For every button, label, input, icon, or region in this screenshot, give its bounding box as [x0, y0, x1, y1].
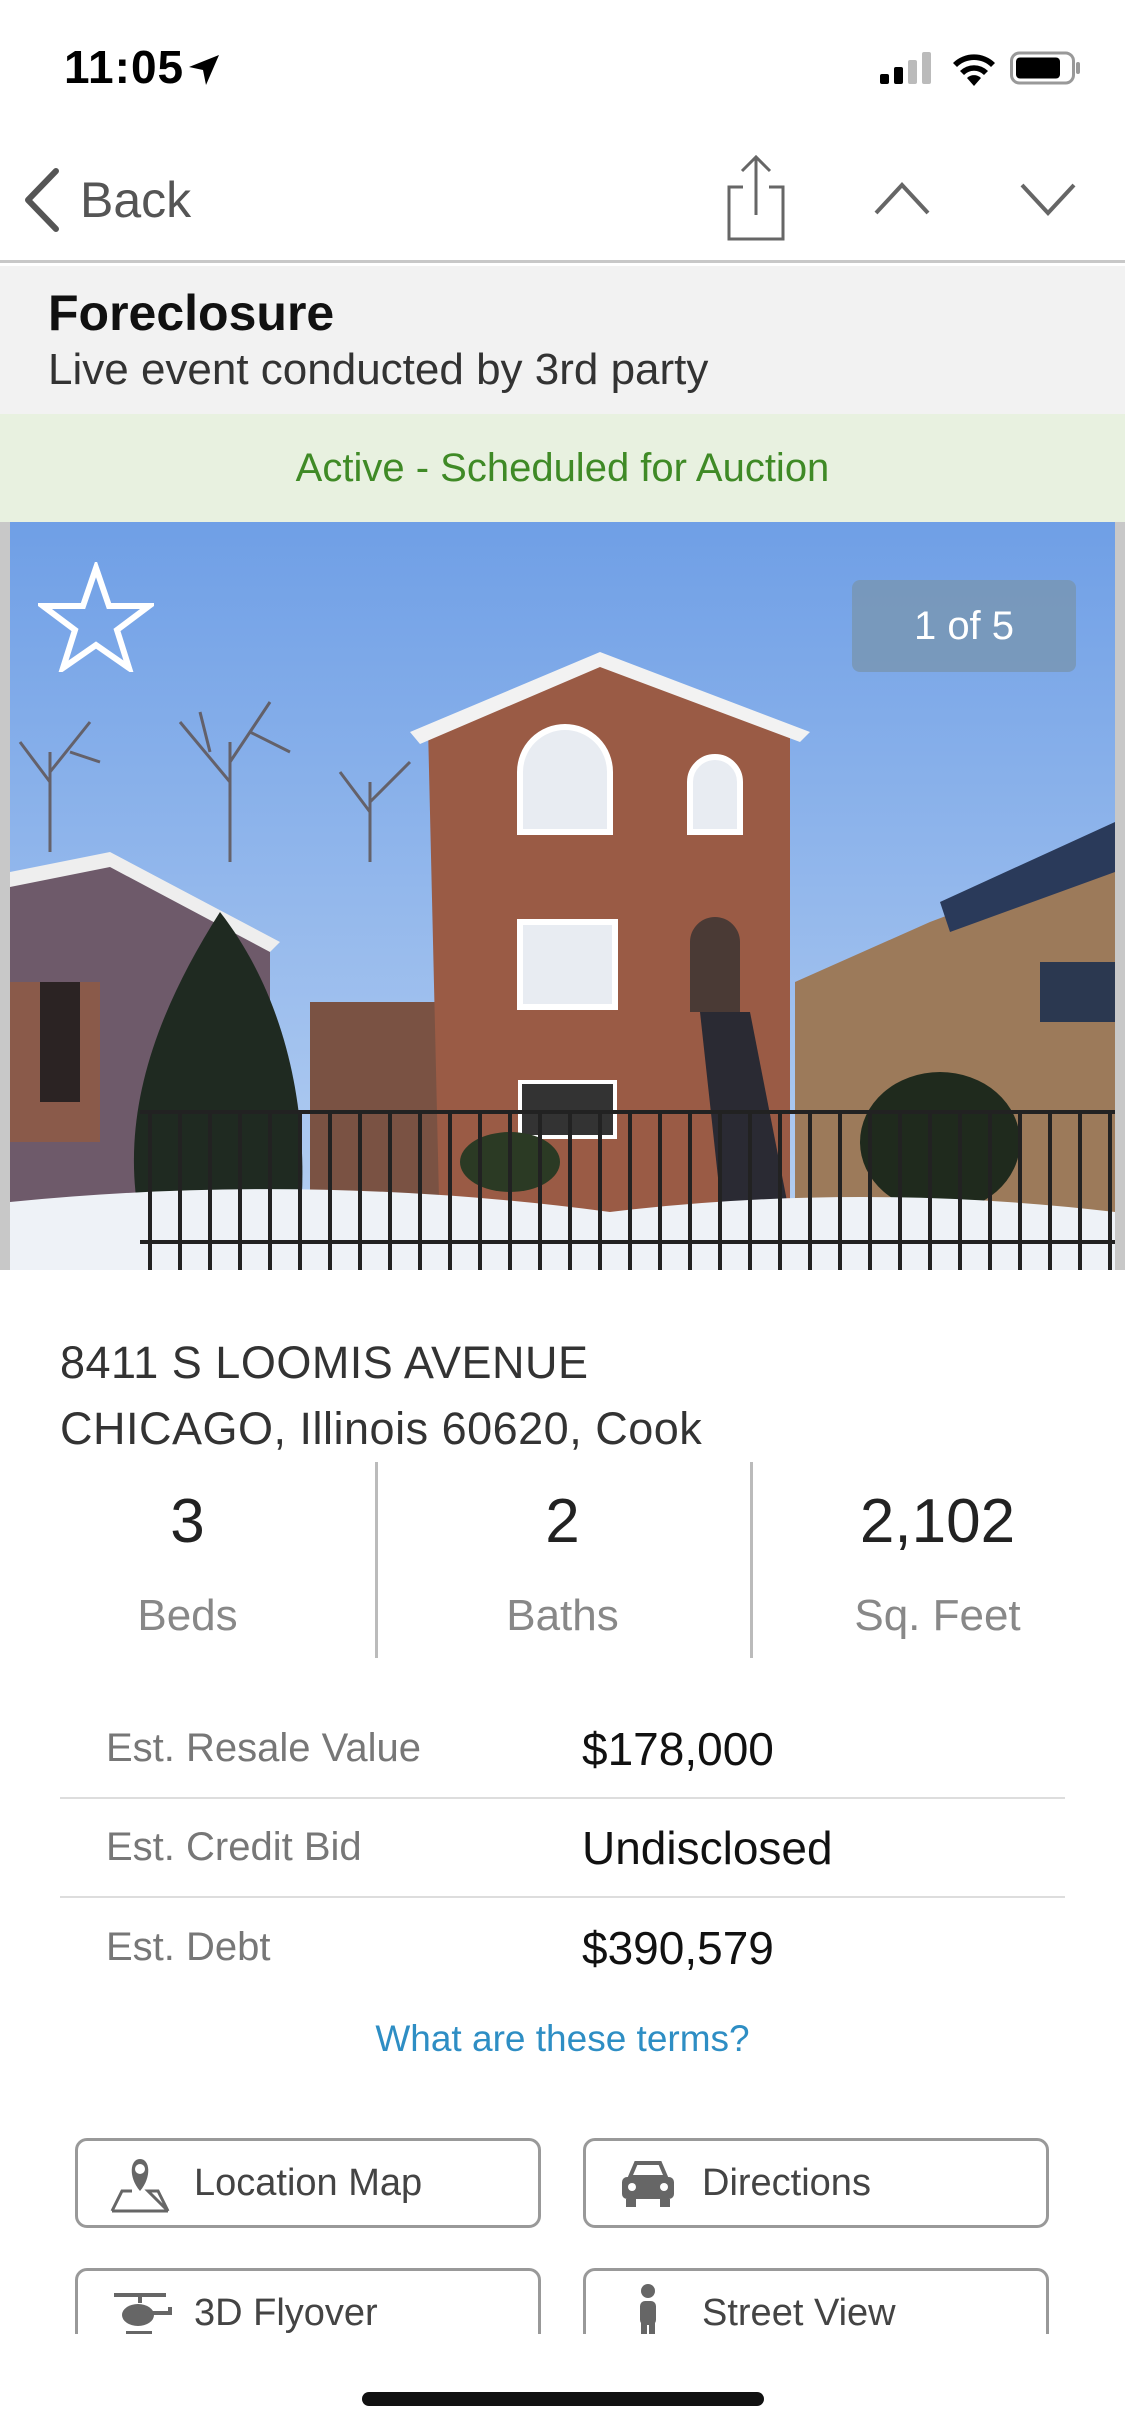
value-label: Est. Debt — [106, 1925, 271, 1969]
property-stats: 3 Beds 2 Baths 2,102 Sq. Feet — [0, 1462, 1125, 1658]
status-time: 11:05 — [64, 41, 185, 93]
status-bar: 11:05 — [0, 0, 1125, 135]
stat-label: Baths — [506, 1591, 619, 1640]
location-map-label: Location Map — [194, 2161, 423, 2204]
value-amount: Undisclosed — [582, 1821, 833, 1874]
chevron-down-icon[interactable] — [1018, 175, 1078, 223]
3d-flyover-label: 3D Flyover — [194, 2291, 378, 2334]
location-arrow-icon — [189, 55, 219, 85]
street-view-button[interactable]: Street View — [583, 2268, 1049, 2334]
location-map-button[interactable]: Location Map — [75, 2138, 541, 2228]
back-button[interactable]: Back — [22, 165, 191, 235]
stat-baths: 2 Baths — [375, 1462, 750, 1658]
photo-counter: 1 of 5 — [852, 580, 1076, 672]
value-label: Est. Credit Bid — [106, 1825, 362, 1869]
value-row-resale: Est. Resale Value $178,000 — [60, 1700, 1065, 1799]
value-row-debt: Est. Debt $390,579 — [60, 1898, 1065, 1997]
value-amount: $178,000 — [582, 1722, 774, 1775]
directions-button[interactable]: Directions — [583, 2138, 1049, 2228]
share-icon[interactable] — [725, 153, 787, 243]
directions-label: Directions — [702, 2161, 871, 2204]
map-pin-icon — [110, 2159, 170, 2213]
sale-type-title: Foreclosure — [48, 285, 335, 341]
stat-label: Beds — [137, 1591, 238, 1640]
stat-sqft: 2,102 Sq. Feet — [750, 1462, 1125, 1658]
stat-value: 2 — [545, 1487, 580, 1556]
street-view-label: Street View — [702, 2291, 896, 2334]
chevron-up-icon[interactable] — [872, 173, 932, 221]
favorite-star-icon[interactable] — [38, 562, 154, 672]
stat-label: Sq. Feet — [854, 1591, 1021, 1640]
property-photo[interactable]: 1 of 5 — [0, 522, 1125, 1270]
stat-beds: 3 Beds — [0, 1462, 375, 1658]
home-indicator[interactable] — [362, 2392, 764, 2406]
stat-value: 3 — [170, 1487, 205, 1556]
terms-help-link[interactable]: What are these terms? — [0, 2018, 1125, 2060]
wifi-icon — [953, 54, 995, 86]
address-line-2: CHICAGO, Illinois 60620, Cook — [60, 1403, 703, 1454]
status-banner: Active - Scheduled for Auction — [0, 414, 1125, 522]
3d-flyover-button[interactable]: 3D Flyover — [75, 2268, 541, 2334]
battery-icon — [1010, 51, 1080, 85]
chevron-left-icon — [25, 168, 59, 232]
value-estimates: Est. Resale Value $178,000 Est. Credit B… — [60, 1700, 1065, 1997]
car-icon — [622, 2161, 674, 2207]
cellular-signal-icon — [880, 52, 931, 84]
helicopter-icon — [114, 2293, 172, 2334]
back-label: Back — [80, 172, 192, 228]
property-address: 8411 S LOOMIS AVENUE CHICAGO, Illinois 6… — [60, 1330, 1060, 1462]
value-amount: $390,579 — [582, 1921, 774, 1974]
value-label: Est. Resale Value — [106, 1726, 421, 1770]
action-buttons: Location Map Directions 3D Flyover Stree… — [75, 2138, 1050, 2334]
address-line-1: 8411 S LOOMIS AVENUE — [60, 1337, 589, 1388]
stat-value: 2,102 — [859, 1487, 1016, 1556]
sale-header: Foreclosure Live event conducted by 3rd … — [0, 266, 1125, 414]
sale-subtitle: Live event conducted by 3rd party — [48, 345, 709, 394]
person-icon — [640, 2284, 656, 2334]
value-row-credit-bid: Est. Credit Bid Undisclosed — [60, 1799, 1065, 1898]
nav-bar: Back — [0, 135, 1125, 263]
